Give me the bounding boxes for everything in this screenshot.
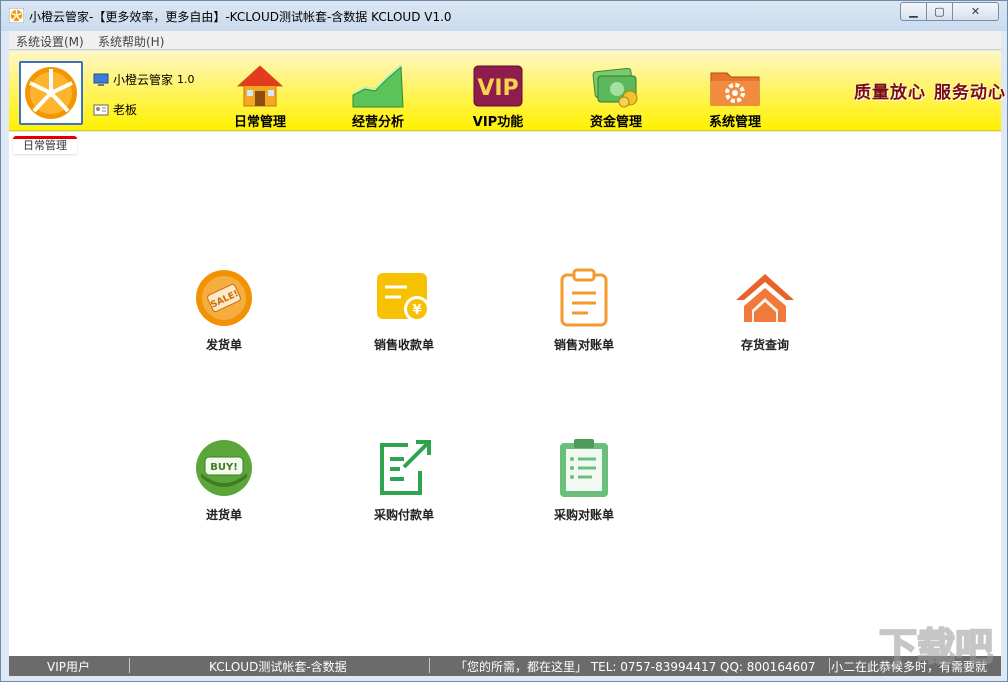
func-shipping-order[interactable]: SALE! 发货单 <box>174 266 274 353</box>
app-logo-icon <box>9 8 24 23</box>
svg-text:VIP: VIP <box>477 76 518 101</box>
status-user-type: VIP用户 <box>47 660 90 674</box>
func-sales-receipt[interactable]: ¥ 销售收款单 <box>354 266 454 353</box>
app-version-row: 小橙云管家 1.0 <box>93 71 195 88</box>
sale-tag-icon: SALE! <box>196 270 252 326</box>
func-purchase-order[interactable]: BUY! 进货单 <box>174 436 274 523</box>
vip-icon: VIP <box>473 65 523 107</box>
status-bar: VIP用户 KCLOUD测试帐套-含数据 「您的所需，都在这里」 TEL: 07… <box>9 656 1001 676</box>
status-divider <box>829 658 830 673</box>
user-role-row: 老板 <box>93 101 137 118</box>
tool-business-analysis[interactable]: 经营分析 <box>333 63 423 130</box>
tool-vip-functions[interactable]: VIP VIP功能 <box>453 63 543 130</box>
app-version: 1.0 <box>177 73 195 86</box>
tab-daily-management[interactable]: 日常管理 <box>13 136 77 154</box>
func-sales-statement[interactable]: 销售对账单 <box>534 266 634 353</box>
user-role: 老板 <box>113 103 138 117</box>
yuan-receipt-icon: ¥ <box>377 273 430 322</box>
close-button[interactable]: ✕ <box>952 2 999 21</box>
slogan-service: 服务动心 <box>934 83 1006 103</box>
status-account: KCLOUD测试帐套-含数据 <box>209 660 347 674</box>
house-icon <box>236 65 284 107</box>
svg-text:下载吧: 下载吧 <box>879 625 993 669</box>
checklist-clipboard-icon <box>560 439 608 497</box>
status-contact: 「您的所需，都在这里」 TEL: 0757-83994417 QQ: 80016… <box>455 660 816 674</box>
func-label: 采购付款单 <box>373 508 434 522</box>
func-purchase-statement[interactable]: 采购对账单 <box>534 436 634 523</box>
slogan-quality: 质量放心 <box>854 83 926 103</box>
func-inventory-query[interactable]: 存货查询 <box>715 266 815 353</box>
svg-text:BUY!: BUY! <box>210 462 238 473</box>
status-divider <box>429 658 430 673</box>
func-label: 销售收款单 <box>373 338 434 352</box>
content-area: 日常管理 SALE! 发货单 ¥ 销售收款单 销售对账单 存货查询 BUY! 进… <box>9 132 1001 656</box>
func-label: 进货单 <box>205 508 242 522</box>
func-label: 销售对账单 <box>553 338 614 352</box>
status-divider <box>129 658 130 673</box>
func-purchase-payment[interactable]: 采购付款单 <box>354 436 454 523</box>
func-label: 存货查询 <box>740 338 789 352</box>
growth-chart-icon <box>352 64 404 108</box>
menu-system-settings[interactable]: 系统设置(M) <box>16 33 84 50</box>
clipboard-icon <box>560 268 608 327</box>
toolbar-banner: 小橙云管家 1.0 老板 日常管理 经营分析 VIP VIP功能 资金管理 系统… <box>9 51 1005 131</box>
tool-label: 日常管理 <box>233 115 286 130</box>
func-label: 发货单 <box>205 338 242 352</box>
company-logo[interactable] <box>19 61 83 125</box>
tool-system-management[interactable]: 系统管理 <box>690 63 780 130</box>
tool-fund-management[interactable]: 资金管理 <box>571 63 661 130</box>
menu-system-help[interactable]: 系统帮助(H) <box>98 33 164 50</box>
warehouse-icon <box>736 274 794 322</box>
title-bar[interactable]: 小橙云管家-【更多效率，更多自由】-KCLOUD测试帐套-含数据 KCLOUD … <box>1 1 1007 31</box>
payment-export-icon <box>380 440 431 495</box>
gear-folder-icon <box>710 72 760 106</box>
tool-label: VIP功能 <box>472 115 524 130</box>
func-label: 采购对账单 <box>553 508 614 522</box>
computer-icon <box>93 73 109 86</box>
money-icon <box>592 67 638 108</box>
tool-label: 系统管理 <box>708 115 761 130</box>
main-window: 小橙云管家-【更多效率，更多自由】-KCLOUD测试帐套-含数据 KCLOUD … <box>0 0 1008 682</box>
minimize-button[interactable]: ▁ <box>900 2 927 21</box>
menu-bar: 系统设置(M) 系统帮助(H) <box>9 31 1001 50</box>
window-title: 小橙云管家-【更多效率，更多自由】-KCLOUD测试帐套-含数据 KCLOUD … <box>29 10 452 24</box>
watermark-logo: 下载吧 <box>878 624 994 670</box>
buy-tag-icon: BUY! <box>196 440 252 496</box>
svg-text:¥: ¥ <box>412 303 421 318</box>
tool-label: 经营分析 <box>351 115 404 130</box>
tool-label: 资金管理 <box>589 115 642 130</box>
app-name: 小橙云管家 <box>113 73 174 87</box>
tool-daily-management[interactable]: 日常管理 <box>215 63 305 130</box>
orange-slice-icon <box>25 67 77 119</box>
maximize-button[interactable]: ▢ <box>926 2 953 21</box>
user-card-icon <box>93 104 109 115</box>
